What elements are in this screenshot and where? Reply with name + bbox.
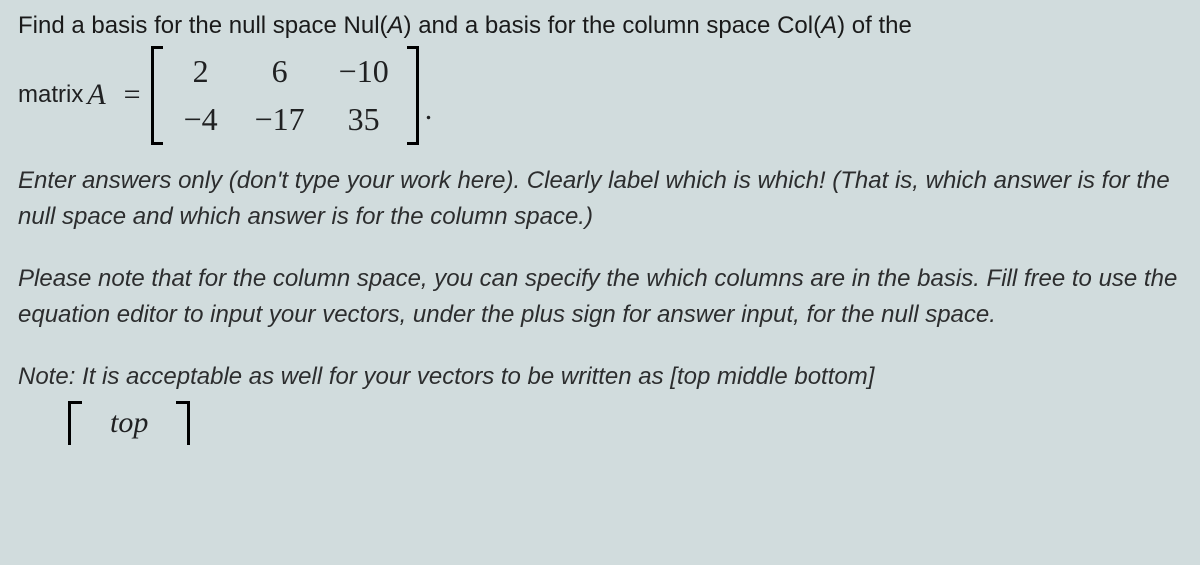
- bracket-right: [407, 46, 419, 145]
- text-pre: Find a basis for the null space Nul(: [18, 12, 388, 39]
- text-post: ) of the: [837, 12, 912, 39]
- bracket-left: [151, 46, 163, 145]
- equals-sign: =: [124, 78, 141, 112]
- var-A-2: A: [821, 12, 837, 39]
- cell-r1c3: −10: [339, 52, 389, 90]
- vector-bracket-example: top: [68, 401, 190, 445]
- matrix-definition: matrix A = 2 6 −10 −4 −17 35 .: [18, 46, 1182, 145]
- bracket-left-partial: [68, 401, 80, 445]
- top-label: top: [80, 401, 178, 445]
- bracket-right-partial: [178, 401, 190, 445]
- problem-container: Find a basis for the null space Nul(A) a…: [0, 0, 1200, 462]
- matrix-body: 2 6 −10 −4 −17 35: [163, 46, 407, 145]
- period: .: [425, 93, 433, 145]
- instruction-1: Enter answers only (don't type your work…: [18, 163, 1182, 235]
- note-line: Note: It is acceptable as well for your …: [18, 359, 1182, 395]
- cell-r2c1: −4: [181, 100, 221, 138]
- text-mid: ) and a basis for the column space Col(: [404, 12, 822, 39]
- matrix-label: matrix: [18, 81, 83, 109]
- problem-statement-line1: Find a basis for the null space Nul(A) a…: [18, 12, 1182, 40]
- cell-r1c1: 2: [181, 52, 221, 90]
- matrix-var: A: [87, 78, 105, 112]
- matrix-A: 2 6 −10 −4 −17 35: [151, 46, 419, 145]
- cell-r1c2: 6: [255, 52, 305, 90]
- var-A-1: A: [388, 12, 404, 39]
- instruction-2: Please note that for the column space, y…: [18, 261, 1182, 333]
- cell-r2c2: −17: [255, 100, 305, 138]
- cell-r2c3: 35: [339, 100, 389, 138]
